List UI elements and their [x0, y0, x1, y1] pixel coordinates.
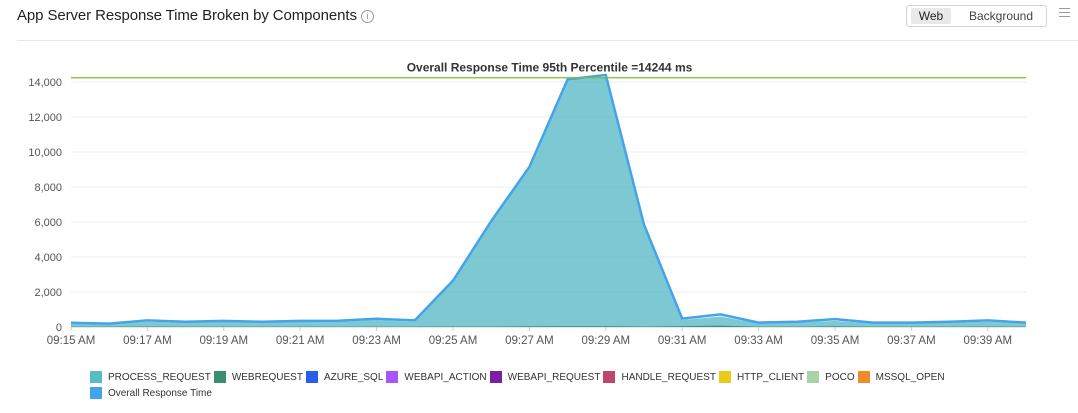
legend-item-poco[interactable]: POCO	[807, 371, 855, 383]
series-areas	[71, 76, 1026, 327]
legend-item-process-request[interactable]: PROCESS_REQUEST	[90, 371, 211, 383]
y-tick-label: 10,000	[28, 147, 62, 159]
legend-label: HTTP_CLIENT	[736, 371, 805, 383]
x-tick-label: 09:15 AM	[47, 335, 96, 347]
legend-label: HANDLE_REQUEST	[621, 371, 716, 383]
x-tick-label: 09:27 AM	[505, 335, 554, 347]
legend-swatch	[489, 371, 502, 383]
legend-row: Overall Response Time	[90, 385, 990, 401]
legend-swatch	[213, 371, 226, 383]
info-icon[interactable]: i	[360, 10, 374, 23]
x-tick-label: 09:35 AM	[811, 335, 860, 347]
y-axis: 0 2,000 4,000 6,000 8,000 10,000 12,000 14,000	[28, 77, 62, 334]
legend-label: WEBREQUEST	[231, 371, 303, 383]
legend-row: PROCESS_REQUEST WEBREQUEST AZURE_SQL WEBAPI…	[90, 369, 990, 385]
legend-swatch	[386, 371, 399, 383]
legend-swatch	[807, 371, 820, 383]
x-tick-label: 09:31 AM	[658, 335, 707, 347]
y-tick-label: 2,000	[34, 287, 62, 299]
legend-item-handle-request[interactable]: HANDLE_REQUEST	[603, 371, 716, 383]
x-tick-label: 09:39 AM	[964, 335, 1013, 347]
legend-label: Overall Response Time	[108, 387, 212, 399]
legend-item-webapi-action[interactable]: WEBAPI_ACTION	[386, 371, 487, 383]
legend-label: WEBAPI_ACTION	[404, 371, 487, 383]
legend-item-http-client[interactable]: HTTP_CLIENT	[718, 371, 805, 383]
series-area-process-request	[71, 76, 1026, 327]
legend-label: AZURE_SQL	[323, 371, 384, 383]
legend-swatch	[90, 371, 102, 383]
x-tick-label: 09:29 AM	[582, 335, 631, 347]
legend-item-overall-response-time[interactable]: Overall Response Time	[90, 387, 212, 399]
legend-label: PROCESS_REQUEST	[108, 371, 211, 383]
widget-title: App Server Response Time Broken by Compo…	[17, 7, 374, 24]
y-tick-label: 14,000	[28, 77, 62, 89]
legend-label: MSSQL_OPEN	[875, 371, 945, 383]
x-tick-label: 09:25 AM	[429, 335, 478, 347]
legend-item-mssql-open[interactable]: MSSQL_OPEN	[857, 371, 945, 383]
legend-swatch	[90, 387, 102, 399]
legend-swatch	[857, 371, 870, 383]
y-tick-label: 8,000	[34, 182, 62, 194]
legend-item-webapi-request[interactable]: WEBAPI_REQUEST	[489, 371, 601, 383]
legend-label: POCO	[825, 371, 855, 383]
threshold-line: Overall Response Time 95th Percentile =1…	[71, 61, 1026, 79]
legend-swatch	[603, 371, 616, 383]
legend-label: WEBAPI_REQUEST	[507, 371, 601, 383]
x-tick-label: 09:23 AM	[352, 335, 401, 347]
x-tick-label: 09:37 AM	[887, 335, 936, 347]
legend-swatch	[305, 371, 318, 383]
legend-item-azure-sql[interactable]: AZURE_SQL	[305, 371, 384, 383]
chart-legend: PROCESS_REQUEST WEBREQUEST AZURE_SQL WEBAPI…	[90, 369, 990, 401]
y-tick-label: 0	[56, 322, 62, 334]
y-tick-label: 12,000	[28, 112, 62, 124]
widget-header: App Server Response Time Broken by Compo…	[0, 0, 1078, 40]
x-axis: 09:15 AM 09:17 AM 09:19 AM 09:21 AM 09:23 AM…	[47, 327, 1012, 347]
legend-swatch	[718, 371, 731, 383]
x-tick-label: 09:17 AM	[123, 335, 172, 347]
widget-title-text: App Server Response Time Broken by Compo…	[17, 7, 357, 24]
x-tick-label: 09:21 AM	[276, 335, 325, 347]
x-tick-label: 09:19 AM	[200, 335, 249, 347]
legend-item-webrequest[interactable]: WEBREQUEST	[213, 371, 303, 383]
x-tick-label: 09:33 AM	[734, 335, 783, 347]
y-tick-label: 6,000	[34, 217, 62, 229]
web-background-toggle: Web Background	[906, 5, 1047, 27]
response-time-chart: Overall Response Time 95th Percentile =1…	[28, 61, 1027, 347]
hamburger-menu-icon[interactable]	[1059, 8, 1070, 19]
toggle-web-option[interactable]: Web	[911, 8, 951, 24]
y-tick-label: 4,000	[34, 252, 62, 264]
toggle-background-option[interactable]: Background	[959, 8, 1043, 24]
percentile-annotation: Overall Response Time 95th Percentile =1…	[407, 61, 693, 75]
